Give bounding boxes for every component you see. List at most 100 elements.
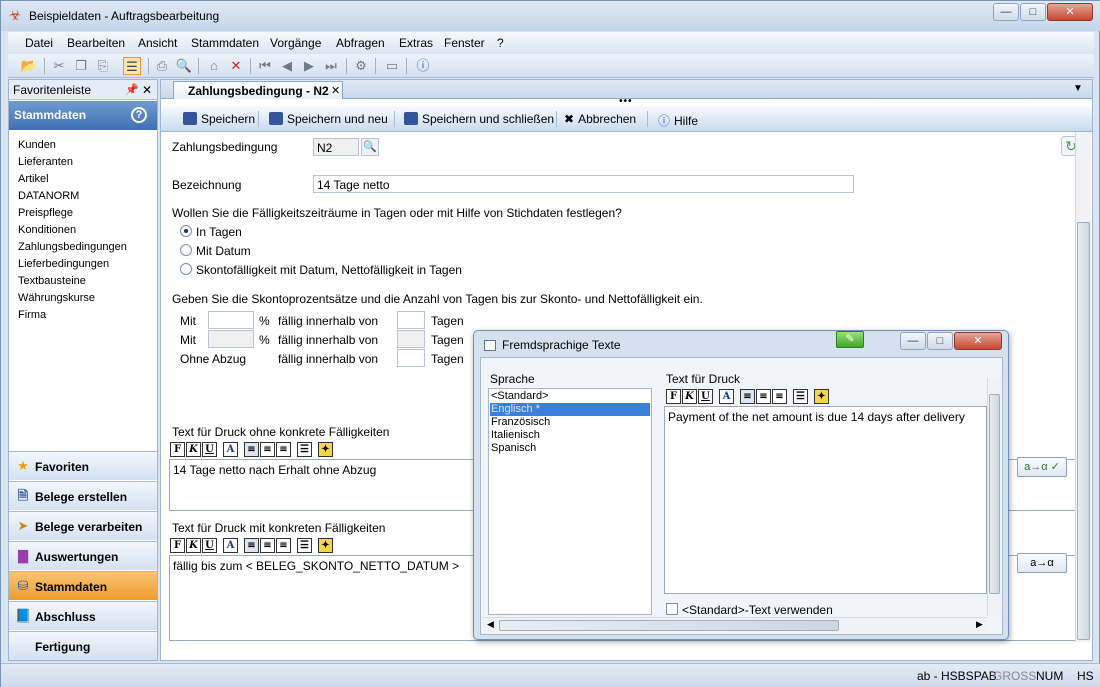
cut-icon[interactable]: ✂ <box>50 57 68 75</box>
italic-icon[interactable]: K <box>186 442 201 457</box>
radio-mit-datum[interactable] <box>180 244 192 256</box>
dialog-horizontal-scrollbar[interactable]: ◀ ▶ <box>483 617 987 632</box>
nav-abschluss[interactable]: 📘 Abschluss <box>9 601 157 630</box>
scroll-left-icon[interactable]: ◀ <box>487 619 494 630</box>
underline-icon[interactable]: U <box>202 538 217 553</box>
content-scrollbar[interactable] <box>1075 132 1091 642</box>
standard-text-checkbox[interactable] <box>666 603 678 615</box>
bullet-list-icon[interactable]: ☰ <box>297 538 312 553</box>
first-record-icon[interactable]: ⏮ <box>256 57 274 75</box>
sidebar-item-zahlungsbedingungen[interactable]: Zahlungsbedingungen <box>18 241 127 253</box>
sidebar-item-textbausteine[interactable]: Textbausteine <box>18 275 86 287</box>
nav-auswertungen[interactable]: ▇ Auswertungen <box>9 541 157 570</box>
sidebar-close-icon[interactable]: ✕ <box>142 83 152 97</box>
print-icon[interactable]: ⎙ <box>153 57 171 75</box>
scroll-right-icon[interactable]: ▶ <box>976 619 983 630</box>
dialog-minimize-button[interactable]: — <box>900 332 926 350</box>
language-item-englisch[interactable]: Englisch * <box>490 403 650 416</box>
translate-confirm-button[interactable]: a→α ✓ <box>1017 457 1067 477</box>
sidebar-item-preispflege[interactable]: Preispflege <box>18 207 73 219</box>
cancel-button[interactable]: ✖ Abbrechen <box>564 112 636 126</box>
bullet-list-icon[interactable]: ☰ <box>793 389 808 404</box>
align-left-icon[interactable]: ≡ <box>244 538 259 553</box>
menu-bearbeiten[interactable]: Bearbeiten <box>67 36 125 50</box>
bold-icon[interactable]: F <box>170 442 185 457</box>
sidebar-item-lieferbedingungen[interactable]: Lieferbedingungen <box>18 258 109 270</box>
pin-icon[interactable]: 📌 <box>125 83 139 96</box>
menu-datei[interactable]: Datei <box>25 36 53 50</box>
maximize-button[interactable]: □ <box>1020 3 1046 21</box>
row2-percent-field[interactable] <box>208 330 254 348</box>
language-listbox[interactable]: <Standard> Englisch * Französisch Italie… <box>488 388 652 615</box>
underline-icon[interactable]: U <box>698 389 713 404</box>
row1-percent-field[interactable] <box>208 311 254 329</box>
text-module-icon[interactable]: ✦ <box>318 442 333 457</box>
translate-button[interactable]: a→α <box>1017 553 1067 573</box>
dialog-maximize-button[interactable]: □ <box>927 332 953 350</box>
sidebar-item-konditionen[interactable]: Konditionen <box>18 224 76 236</box>
print-textarea[interactable]: Payment of the net amount is due 14 days… <box>664 406 987 594</box>
settings-icon[interactable]: ⚙ <box>352 57 370 75</box>
dialog-vertical-thumb[interactable] <box>989 394 1000 594</box>
language-item-standard[interactable]: <Standard> <box>491 390 549 403</box>
radio-in-tagen[interactable] <box>180 225 192 237</box>
list-view-icon[interactable]: ☰ <box>123 57 141 75</box>
dialog-vertical-scrollbar[interactable] <box>987 378 1001 616</box>
font-color-icon[interactable]: A <box>223 538 238 553</box>
align-center-icon[interactable]: ≡ <box>260 442 275 457</box>
menu-help[interactable]: ? <box>497 36 504 50</box>
row1-days-field[interactable] <box>397 311 425 329</box>
align-center-icon[interactable]: ≡ <box>756 389 771 404</box>
language-item-franzoesisch[interactable]: Französisch <box>491 416 550 429</box>
menu-fenster[interactable]: Fenster <box>444 36 485 50</box>
name-field[interactable]: 14 Tage netto <box>313 175 854 193</box>
align-center-icon[interactable]: ≡ <box>260 538 275 553</box>
italic-icon[interactable]: K <box>682 389 697 404</box>
text-module-icon[interactable]: ✦ <box>814 389 829 404</box>
window-icon[interactable]: ▭ <box>383 57 401 75</box>
previous-record-icon[interactable]: ◀ <box>278 57 296 75</box>
sidebar-item-waehrungskurse[interactable]: Währungskurse <box>18 292 95 304</box>
row3-days-field[interactable] <box>397 349 425 367</box>
sidebar-item-datanorm[interactable]: DATANORM <box>18 190 79 202</box>
tab-zahlungsbedingung[interactable]: Zahlungsbedingung - N2 ✕ <box>173 81 343 99</box>
menu-vorgaenge[interactable]: Vorgänge <box>270 36 321 50</box>
radio-skonto-datum[interactable] <box>180 263 192 275</box>
align-left-icon[interactable]: ≡ <box>244 442 259 457</box>
menu-ansicht[interactable]: Ansicht <box>138 36 177 50</box>
delete-icon[interactable]: ✕ <box>227 57 245 75</box>
paste-icon[interactable]: ⎘ <box>94 57 112 75</box>
sidebar-item-lieferanten[interactable]: Lieferanten <box>18 156 73 168</box>
nav-stammdaten[interactable]: ⛁ Stammdaten <box>9 571 157 600</box>
font-color-icon[interactable]: A <box>719 389 734 404</box>
last-record-icon[interactable]: ⏭ <box>322 57 340 75</box>
align-left-icon[interactable]: ≡ <box>740 389 755 404</box>
sidebar-item-kunden[interactable]: Kunden <box>18 139 56 151</box>
bold-icon[interactable]: F <box>170 538 185 553</box>
align-right-icon[interactable]: ≡ <box>276 442 291 457</box>
print-preview-icon[interactable]: 🔍 <box>175 57 193 75</box>
save-close-button[interactable]: Speichern und schließen <box>404 112 554 126</box>
language-item-italienisch[interactable]: Italienisch <box>491 429 540 442</box>
dialog-edit-icon[interactable]: ✎ <box>836 331 864 348</box>
nav-belege-erstellen[interactable]: 🗎 Belege erstellen <box>9 481 157 510</box>
menu-extras[interactable]: Extras <box>399 36 433 50</box>
nav-favoriten[interactable]: ★ Favoriten <box>9 451 157 480</box>
open-folder-icon[interactable]: 📂 <box>20 57 38 75</box>
content-scrollbar-thumb[interactable] <box>1077 222 1090 640</box>
save-new-button[interactable]: Speichern und neu <box>269 112 388 126</box>
tab-list-chevron-icon[interactable]: ▼ <box>1073 83 1083 94</box>
dialog-close-button[interactable]: ✕ <box>954 332 1002 350</box>
underline-icon[interactable]: U <box>202 442 217 457</box>
align-right-icon[interactable]: ≡ <box>772 389 787 404</box>
dialog-horizontal-thumb[interactable] <box>499 620 839 631</box>
align-right-icon[interactable]: ≡ <box>276 538 291 553</box>
row2-days-field[interactable] <box>397 330 425 348</box>
home-icon[interactable]: ⌂ <box>205 57 223 75</box>
font-color-icon[interactable]: A <box>223 442 238 457</box>
bold-icon[interactable]: F <box>666 389 681 404</box>
copy-icon[interactable]: ❐ <box>72 57 90 75</box>
language-item-spanisch[interactable]: Spanisch <box>491 442 536 455</box>
minimize-button[interactable]: — <box>993 3 1019 21</box>
menu-stammdaten[interactable]: Stammdaten <box>191 36 259 50</box>
